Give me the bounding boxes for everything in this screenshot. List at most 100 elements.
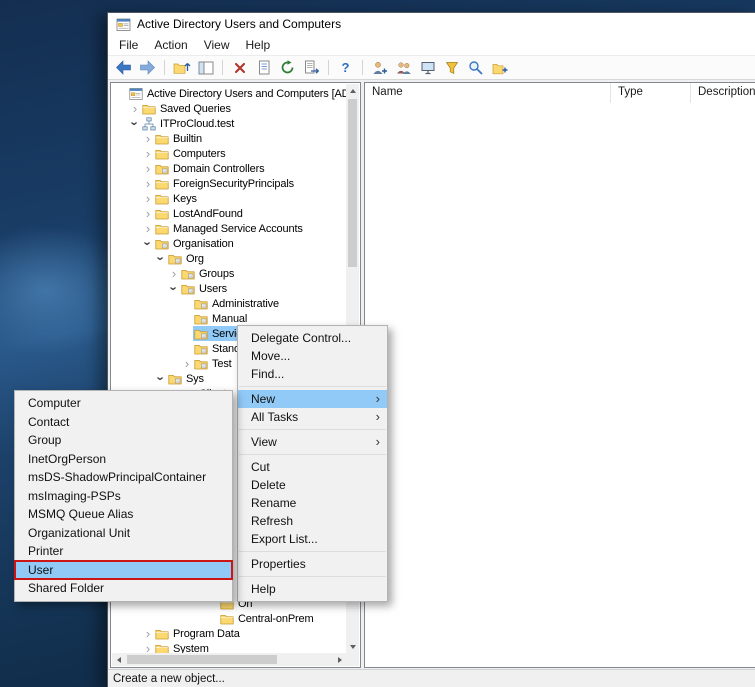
- submenu-item-contact[interactable]: Contact: [15, 413, 232, 432]
- submenu-item-shared-folder[interactable]: Shared Folder: [15, 579, 232, 598]
- menu-item-view[interactable]: View›: [238, 433, 387, 451]
- find-objects-icon[interactable]: [464, 57, 487, 78]
- tree-item-itprocloud-test[interactable]: ›ITProCloud.test: [112, 116, 346, 131]
- forward-icon[interactable]: [136, 57, 159, 78]
- expander-collapsed-icon[interactable]: ›: [142, 221, 154, 236]
- scrollbar-corner: [346, 653, 359, 666]
- tree-item-label: Domain Controllers: [173, 163, 264, 175]
- expander-collapsed-icon[interactable]: ›: [142, 641, 154, 653]
- menu-item-move[interactable]: Move...: [238, 347, 387, 365]
- menu-help[interactable]: Help: [238, 36, 279, 54]
- tree-item-program-data[interactable]: ›Program Data: [112, 626, 346, 641]
- column-header-name[interactable]: Name: [365, 83, 611, 103]
- column-header-type[interactable]: Type: [611, 83, 691, 103]
- expander-collapsed-icon[interactable]: ›: [142, 206, 154, 221]
- tree-item-org[interactable]: ›Org: [112, 251, 346, 266]
- tree-item-active-directory-users-and-computers-ads01-iti[interactable]: Active Directory Users and Computers [AD…: [112, 86, 346, 101]
- app-icon[interactable]: [116, 17, 131, 32]
- tree-item-manual[interactable]: Manual: [112, 311, 346, 326]
- expander-collapsed-icon[interactable]: ›: [142, 191, 154, 206]
- menu-item-new[interactable]: New›: [238, 390, 387, 408]
- tree-item-saved-queries[interactable]: ›Saved Queries: [112, 101, 346, 116]
- tree-item-domain-controllers[interactable]: › Domain Controllers: [112, 161, 346, 176]
- tree-item-keys[interactable]: ›Keys: [112, 191, 346, 206]
- up-one-level-icon[interactable]: [170, 57, 193, 78]
- menu-file[interactable]: File: [111, 36, 146, 54]
- create-group-icon[interactable]: [392, 57, 415, 78]
- menu-item-all-tasks[interactable]: All Tasks›: [238, 408, 387, 426]
- horizontal-scrollbar-thumb[interactable]: [127, 655, 277, 664]
- menu-item-rename[interactable]: Rename: [238, 494, 387, 512]
- vertical-scrollbar-thumb[interactable]: [348, 99, 357, 267]
- submenu-item-printer[interactable]: Printer: [15, 542, 232, 561]
- submenu-item-msimaging-psps[interactable]: msImaging-PSPs: [15, 487, 232, 506]
- tree-item-system[interactable]: ›System: [112, 641, 346, 653]
- tree-horizontal-scrollbar[interactable]: [112, 653, 346, 666]
- expander-collapsed-icon[interactable]: ›: [142, 626, 154, 641]
- menu-view[interactable]: View: [196, 36, 238, 54]
- export-list-icon[interactable]: [300, 57, 323, 78]
- expander-collapsed-icon[interactable]: ›: [129, 101, 141, 116]
- scroll-down-icon[interactable]: [346, 640, 359, 653]
- tree-item-lostandfound[interactable]: ›LostAndFound: [112, 206, 346, 221]
- menu-item-refresh[interactable]: Refresh: [238, 512, 387, 530]
- submenu-item-organizational-unit[interactable]: Organizational Unit: [15, 524, 232, 543]
- expander-collapsed-icon[interactable]: ›: [142, 146, 154, 161]
- tree-item-foreignsecurityprincipals[interactable]: ›ForeignSecurityPrincipals: [112, 176, 346, 191]
- expander-collapsed-icon[interactable]: ›: [168, 266, 180, 281]
- properties-icon[interactable]: [252, 57, 275, 78]
- scroll-up-icon[interactable]: [346, 84, 359, 97]
- tree-item-label: Manual: [212, 313, 247, 325]
- create-user-icon[interactable]: [368, 57, 391, 78]
- tree-item-managed-service-accounts[interactable]: ›Managed Service Accounts: [112, 221, 346, 236]
- expander-expanded-icon[interactable]: ›: [141, 238, 156, 250]
- ou-folder-icon: [181, 267, 195, 281]
- submenu-item-inetorgperson[interactable]: InetOrgPerson: [15, 450, 232, 469]
- menu-item-delegate-control[interactable]: Delegate Control...: [238, 329, 387, 347]
- tree-item-organisation[interactable]: ›Organisation: [112, 236, 346, 251]
- expander-collapsed-icon[interactable]: ›: [142, 176, 154, 191]
- submenu-item-user[interactable]: User: [15, 561, 232, 580]
- expander-collapsed-icon[interactable]: ›: [142, 131, 154, 146]
- tree-item-computers[interactable]: ›Computers: [112, 146, 346, 161]
- delete-icon[interactable]: [228, 57, 251, 78]
- menu-item-delete[interactable]: Delete: [238, 476, 387, 494]
- show-hide-console-tree-icon[interactable]: [194, 57, 217, 78]
- menu-item-cut[interactable]: Cut: [238, 458, 387, 476]
- folder-icon: [155, 177, 169, 191]
- submenu-item-msmq-queue-alias[interactable]: MSMQ Queue Alias: [15, 505, 232, 524]
- expander-expanded-icon[interactable]: ›: [154, 373, 169, 385]
- submenu-item-group[interactable]: Group: [15, 431, 232, 450]
- refresh-icon[interactable]: [276, 57, 299, 78]
- submenu-item-computer[interactable]: Computer: [15, 394, 232, 413]
- expander-collapsed-icon[interactable]: ›: [181, 356, 193, 371]
- expander-expanded-icon[interactable]: ›: [154, 253, 169, 265]
- menu-item-find[interactable]: Find...: [238, 365, 387, 383]
- folder-icon: [155, 222, 169, 236]
- menu-item-label: All Tasks: [251, 410, 298, 424]
- create-computer-icon[interactable]: [416, 57, 439, 78]
- titlebar[interactable]: Active Directory Users and Computers: [108, 13, 755, 35]
- tree-item-administrative[interactable]: Administrative: [112, 296, 346, 311]
- menu-separator: [239, 551, 386, 552]
- scroll-right-icon[interactable]: [333, 653, 346, 666]
- back-icon[interactable]: [112, 57, 135, 78]
- menu-item-properties[interactable]: Properties: [238, 555, 387, 573]
- menu-action[interactable]: Action: [146, 36, 195, 54]
- ou-folder-icon: [194, 342, 208, 356]
- help-icon[interactable]: ?: [334, 57, 357, 78]
- submenu-item-msds-shadowprincipalcontainer[interactable]: msDS-ShadowPrincipalContainer: [15, 468, 232, 487]
- expander-expanded-icon[interactable]: ›: [128, 118, 143, 130]
- expander-expanded-icon[interactable]: ›: [167, 283, 182, 295]
- menu-item-help[interactable]: Help: [238, 580, 387, 598]
- set-filter-icon[interactable]: [440, 57, 463, 78]
- tree-item-builtin[interactable]: ›Builtin: [112, 131, 346, 146]
- menu-item-export-list[interactable]: Export List...: [238, 530, 387, 548]
- tree-item-groups[interactable]: ›Groups: [112, 266, 346, 281]
- expander-collapsed-icon[interactable]: ›: [142, 161, 154, 176]
- tree-item-central-onprem[interactable]: Central-onPrem: [112, 611, 346, 626]
- scroll-left-icon[interactable]: [112, 653, 125, 666]
- column-header-description[interactable]: Description: [691, 83, 755, 103]
- create-ou-icon[interactable]: [488, 57, 511, 78]
- tree-item-users[interactable]: ›Users: [112, 281, 346, 296]
